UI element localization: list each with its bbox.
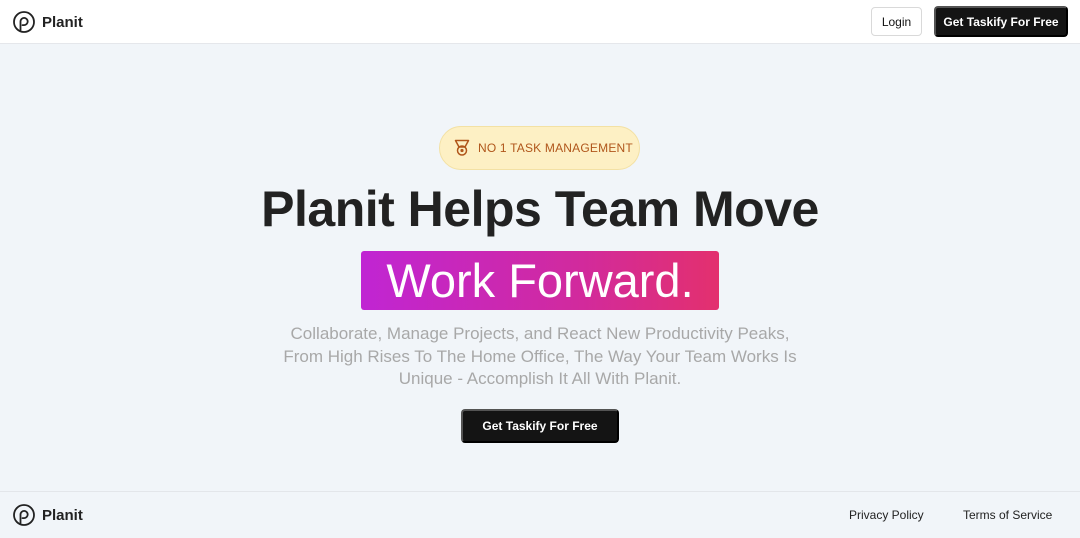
footer-brand-link[interactable]: Planit [12, 503, 83, 527]
badge-text: NO 1 TASK MANAGEMENT [478, 141, 633, 155]
footer: Planit Privacy Policy Terms of Service [0, 491, 1080, 538]
brand-name: Planit [42, 13, 83, 31]
hero-highlight-text: Work Forward. [386, 254, 694, 307]
hero-headline: Planit Helps Team Move [261, 181, 819, 237]
task-management-badge: NO 1 TASK MANAGEMENT [439, 126, 640, 170]
hero-highlight: Work Forward. [361, 251, 719, 310]
brand-link[interactable]: Planit [12, 10, 83, 34]
planit-logo-icon [12, 503, 36, 527]
planit-logo-icon [12, 10, 36, 34]
terms-of-service-link[interactable]: Terms of Service [963, 508, 1052, 522]
get-taskify-button-hero[interactable]: Get Taskify For Free [461, 409, 619, 443]
footer-brand-name: Planit [42, 506, 83, 524]
top-navbar: Planit Login Get Taskify For Free [0, 0, 1080, 44]
hero-description: Collaborate, Manage Projects, and React … [283, 324, 797, 388]
medal-icon [453, 139, 471, 157]
login-button[interactable]: Login [871, 7, 922, 36]
get-taskify-button-header[interactable]: Get Taskify For Free [934, 6, 1068, 37]
privacy-policy-link[interactable]: Privacy Policy [849, 508, 924, 522]
